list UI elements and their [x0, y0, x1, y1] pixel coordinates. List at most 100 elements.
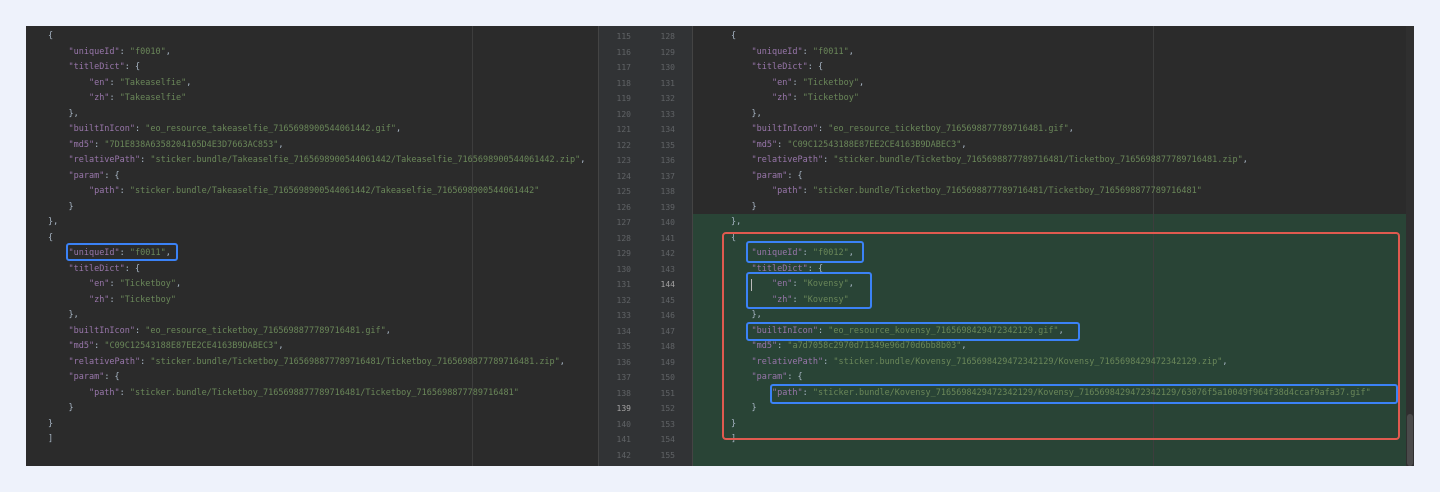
right-code-line[interactable]: "zh": "Ticketboy": [731, 91, 859, 107]
left-code-line[interactable]: },: [48, 215, 58, 231]
gutter-line-number-left: 116: [616, 47, 631, 57]
gutter-line-number-right: 131: [660, 78, 675, 88]
gutter-line-number-right: 152: [660, 404, 675, 413]
right-code-line[interactable]: "titleDict": {: [731, 60, 823, 76]
left-code-line[interactable]: "relativePath": "sticker.bundle/Ticketbo…: [48, 355, 564, 371]
left-code-line[interactable]: "builtInIcon": "eo_resource_ticketboy_71…: [48, 324, 390, 340]
gutter-line-number-left: 131: [616, 280, 631, 289]
diff-viewer: { "uniqueId": "f0010", "titleDict": { "e…: [26, 26, 1414, 466]
left-code-line[interactable]: {: [48, 29, 53, 45]
left-code-line[interactable]: "zh": "Ticketboy": [48, 293, 176, 309]
gutter-line-number-right: 130: [660, 63, 675, 72]
gutter-line-number-left: 122: [616, 140, 631, 150]
left-code-line[interactable]: "path": "sticker.bundle/Takeaselfie_7165…: [48, 184, 539, 200]
left-code-line[interactable]: "param": {: [48, 370, 119, 386]
gutter-line-number-right: 142: [660, 249, 675, 258]
gutter-line-number-left: 128: [616, 233, 631, 243]
gutter-line-number-right: 134: [660, 125, 675, 134]
gutter-line-number-right: 133: [660, 109, 675, 119]
vertical-scrollbar[interactable]: [1406, 26, 1414, 466]
gutter-line-number-right: 137: [660, 171, 675, 181]
left-code-line[interactable]: },: [48, 107, 78, 123]
annotation-left-uniqueid: [66, 243, 178, 261]
gutter-line-number-right: 145: [660, 295, 675, 305]
gutter-line-number-right: 139: [660, 202, 675, 212]
gutter-line-number-left: 126: [616, 202, 631, 212]
left-code-line[interactable]: "en": "Ticketboy",: [48, 277, 181, 293]
left-code-line[interactable]: "titleDict": {: [48, 262, 140, 278]
gutter-line-number-right: 147: [660, 326, 675, 336]
left-code-line[interactable]: },: [48, 308, 78, 324]
right-code-line[interactable]: "uniqueId": "f0011",: [731, 45, 853, 61]
left-code-line[interactable]: "builtInIcon": "eo_resource_takeaselfie_…: [48, 122, 401, 138]
gutter-line-number-left: 115: [616, 32, 631, 41]
gutter-line-number-left: 139: [616, 404, 631, 413]
left-code-line[interactable]: "uniqueId": "f0010",: [48, 45, 170, 61]
right-code-line[interactable]: "param": {: [731, 169, 802, 185]
gutter-line-number-right: 140: [660, 218, 675, 227]
annotation-builtinicon: [746, 322, 1080, 341]
left-code-line[interactable]: "relativePath": "sticker.bundle/Takeasel…: [48, 153, 585, 169]
gutter-line-number-right: 138: [660, 187, 675, 196]
gutter-line-number-right: 135: [660, 140, 675, 150]
right-code-line[interactable]: "path": "sticker.bundle/Ticketboy_716569…: [731, 184, 1202, 200]
gutter-line-number-left: 119: [616, 94, 631, 103]
gutter-line-number-left: 134: [616, 326, 631, 336]
gutter-line-number-right: 149: [660, 357, 675, 367]
gutter-line-number-left: 121: [616, 125, 631, 134]
gutter-line-number-left: 129: [616, 249, 631, 258]
gutter-line-number-left: 130: [616, 264, 631, 274]
scrollbar-thumb[interactable]: [1407, 414, 1413, 466]
gutter-line-number-left: 137: [616, 373, 631, 382]
gutter-line-number-right: 148: [660, 342, 675, 351]
right-code-line[interactable]: }: [731, 200, 756, 216]
gutter-line-number-right: 128: [660, 32, 675, 41]
left-code-line[interactable]: "path": "sticker.bundle/Ticketboy_716569…: [48, 386, 519, 402]
right-code-line[interactable]: },: [731, 215, 741, 231]
gutter-line-number-left: 120: [616, 109, 631, 119]
gutter-line-number-left: 133: [616, 311, 631, 320]
gutter-line-number-right: 129: [660, 47, 675, 57]
gutter-line-number-left: 118: [616, 78, 631, 88]
left-code-line[interactable]: }: [48, 401, 73, 417]
gutter-line-number-right: 155: [660, 450, 675, 460]
diff-gutter: 115 116 117 118 119 120 121 122 123 124 125 126 127 1…: [598, 26, 693, 466]
left-code-line[interactable]: }: [48, 417, 53, 433]
gutter-line-number-right: 146: [660, 311, 675, 320]
left-code-line[interactable]: ]: [48, 432, 53, 448]
annotation-right-uniqueid: [746, 241, 864, 263]
gutter-line-number-left: 140: [616, 419, 631, 429]
left-code-line[interactable]: "en": "Takeaselfie",: [48, 76, 191, 92]
gutter-line-number-right: 141: [660, 233, 675, 243]
gutter-line-number-right: 143: [660, 264, 675, 274]
gutter-line-number-left: 124: [616, 171, 631, 181]
right-code-line[interactable]: },: [731, 107, 761, 123]
left-code-line[interactable]: "titleDict": {: [48, 60, 140, 76]
gutter-line-number-right: 154: [660, 435, 675, 444]
gutter-line-number-right: 151: [660, 388, 675, 398]
left-code-line[interactable]: {: [48, 231, 53, 247]
gutter-line-number-right: 136: [660, 156, 675, 165]
left-code-line[interactable]: }: [48, 200, 73, 216]
right-code-line[interactable]: {: [731, 29, 736, 45]
gutter-line-number-left: 141: [616, 435, 631, 444]
gutter-line-number-left: 123: [616, 156, 631, 165]
gutter-line-number-right: 150: [660, 373, 675, 382]
annotation-path: [770, 384, 1398, 404]
gutter-line-number-left: 135: [616, 342, 631, 351]
gutter-line-number-left: 127: [616, 218, 631, 227]
left-code-line[interactable]: "zh": "Takeaselfie": [48, 91, 186, 107]
left-code-line[interactable]: "param": {: [48, 169, 119, 185]
gutter-line-number-left: 142: [616, 450, 631, 460]
right-code-line[interactable]: "builtInIcon": "eo_resource_ticketboy_71…: [731, 122, 1073, 138]
gutter-line-number-right: 153: [660, 419, 675, 429]
gutter-line-number-right: 144: [660, 280, 675, 289]
right-code-line[interactable]: "en": "Ticketboy",: [731, 76, 864, 92]
left-code-line[interactable]: "md5": "C09C12543188E87EE2CE4163B9DABEC3…: [48, 339, 283, 355]
right-code-line[interactable]: "md5": "C09C12543188E87EE2CE4163B9DABEC3…: [731, 138, 966, 154]
gutter-line-number-left: 117: [616, 63, 631, 72]
left-code-line[interactable]: "md5": "7D1E838A6358204165D4E3D7663AC853…: [48, 138, 283, 154]
right-code-line[interactable]: "relativePath": "sticker.bundle/Ticketbo…: [731, 153, 1247, 169]
gutter-line-number-left: 138: [616, 388, 631, 398]
gutter-line-number-left: 132: [616, 295, 631, 305]
